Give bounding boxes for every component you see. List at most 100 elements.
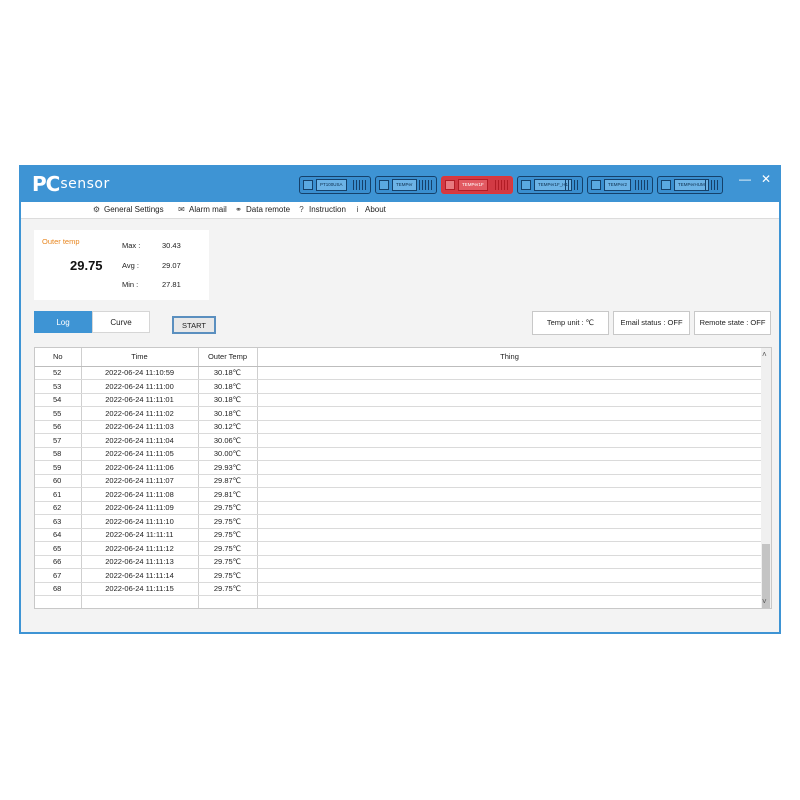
device-2[interactable]: TEMPer1F bbox=[441, 176, 513, 194]
cell-thing bbox=[257, 568, 763, 583]
menu-data-remote[interactable]: ⚭ Data remote bbox=[234, 205, 290, 214]
start-button[interactable]: START bbox=[172, 316, 216, 334]
usb-plug-icon bbox=[521, 180, 531, 190]
email-status-button[interactable]: Email status : OFF bbox=[613, 311, 690, 335]
view-tabs: Log Curve bbox=[34, 311, 150, 333]
device-4[interactable]: TEMPer2 bbox=[587, 176, 653, 194]
usb-plug-icon bbox=[303, 180, 313, 190]
menu-bar: ⚙ General Settings ✉ Alarm mail ⚭ Data r… bbox=[21, 202, 779, 219]
cell-thing bbox=[257, 366, 763, 380]
device-selector: PT100USA TEMPer TEMPer1F TEMPer1F_H1 TEMPer2… bbox=[299, 176, 723, 194]
stat-min-label: Min : bbox=[122, 280, 139, 289]
stat-avg-label: Avg : bbox=[122, 261, 139, 270]
table-row[interactable]: 61 2022-06-24 11:11:08 29.81℃ bbox=[35, 487, 763, 502]
table-row[interactable]: 55 2022-06-24 11:11:02 30.18℃ bbox=[35, 406, 763, 421]
cell-outer-temp: 29.93℃ bbox=[198, 460, 258, 475]
cell-thing bbox=[257, 406, 763, 421]
scroll-up-icon[interactable]: ˄ bbox=[762, 350, 767, 359]
header-time[interactable]: Time bbox=[81, 348, 199, 367]
usb-plug-icon bbox=[379, 180, 389, 190]
table-row[interactable]: 53 2022-06-24 11:11:00 30.18℃ bbox=[35, 379, 763, 394]
table-row[interactable]: 57 2022-06-24 11:11:04 30.06℃ bbox=[35, 433, 763, 448]
cell-time: 2022-06-24 11:11:01 bbox=[81, 393, 199, 407]
minimize-button[interactable]: — bbox=[739, 172, 751, 186]
table-row[interactable] bbox=[35, 595, 763, 608]
header-outer-temp[interactable]: Outer Temp bbox=[198, 348, 258, 367]
header-thing[interactable]: Thing bbox=[257, 348, 763, 367]
device-3[interactable]: TEMPer1F_H1 bbox=[517, 176, 583, 194]
remote-state-button[interactable]: Remote state : OFF bbox=[694, 311, 771, 335]
cell-time: 2022-06-24 11:11:04 bbox=[81, 433, 199, 448]
usb-plug-icon bbox=[445, 180, 455, 190]
device-1[interactable]: TEMPer bbox=[375, 176, 437, 194]
tab-curve[interactable]: Curve bbox=[92, 311, 150, 333]
cell-outer-temp: 30.00℃ bbox=[198, 447, 258, 461]
table-row[interactable]: 54 2022-06-24 11:11:01 30.18℃ bbox=[35, 393, 763, 407]
header-no[interactable]: No bbox=[35, 348, 82, 367]
table-row[interactable]: 65 2022-06-24 11:11:12 29.75℃ bbox=[35, 541, 763, 556]
tab-log[interactable]: Log bbox=[34, 311, 92, 333]
table-row[interactable]: 60 2022-06-24 11:11:07 29.87℃ bbox=[35, 474, 763, 488]
stat-max-label: Max : bbox=[122, 241, 141, 250]
device-label: TEMPer bbox=[392, 179, 417, 191]
device-grip-icon bbox=[565, 180, 579, 190]
cell-time: 2022-06-24 11:11:02 bbox=[81, 406, 199, 421]
log-table: No Time Outer Temp Thing 52 2022-06-24 11… bbox=[35, 348, 763, 608]
vertical-scrollbar[interactable]: ˄ ˅ bbox=[761, 348, 771, 608]
cell-outer-temp: 30.06℃ bbox=[198, 433, 258, 448]
cell-no: 67 bbox=[35, 568, 82, 583]
cell-outer-temp: 30.18℃ bbox=[198, 366, 258, 380]
table-row[interactable]: 52 2022-06-24 11:10:59 30.18℃ bbox=[35, 366, 763, 380]
usb-plug-icon bbox=[661, 180, 671, 190]
table-row[interactable]: 62 2022-06-24 11:11:09 29.75℃ bbox=[35, 501, 763, 515]
table-row[interactable]: 58 2022-06-24 11:11:05 30.00℃ bbox=[35, 447, 763, 461]
cell-thing bbox=[257, 595, 763, 608]
gear-icon: ⚙ bbox=[92, 205, 101, 214]
logo-sensor-text: sensor bbox=[60, 176, 110, 192]
cell-no: 60 bbox=[35, 474, 82, 488]
cell-time: 2022-06-24 11:11:06 bbox=[81, 460, 199, 475]
device-grip-icon bbox=[495, 180, 509, 190]
menu-about[interactable]: i About bbox=[353, 205, 386, 214]
close-button[interactable]: ✕ bbox=[761, 172, 771, 186]
cell-no: 52 bbox=[35, 366, 82, 380]
cell-outer-temp: 29.75℃ bbox=[198, 501, 258, 515]
window-controls: — ✕ bbox=[739, 172, 771, 186]
table-row[interactable]: 56 2022-06-24 11:11:03 30.12℃ bbox=[35, 420, 763, 434]
table-row[interactable]: 68 2022-06-24 11:11:15 29.75℃ bbox=[35, 582, 763, 596]
temp-unit-button[interactable]: Temp unit : ℃ bbox=[532, 311, 609, 335]
device-5[interactable]: TEMPerHUM bbox=[657, 176, 723, 194]
device-label: TEMPer1F bbox=[458, 179, 488, 191]
cell-outer-temp: 29.81℃ bbox=[198, 487, 258, 502]
table-row[interactable]: 59 2022-06-24 11:11:06 29.93℃ bbox=[35, 460, 763, 475]
scroll-down-icon[interactable]: ˅ bbox=[762, 597, 767, 606]
title-bar[interactable]: PC sensor PT100USA TEMPer TEMPer1F TEMPer1F… bbox=[21, 167, 779, 202]
cell-time: 2022-06-24 11:11:13 bbox=[81, 555, 199, 569]
cell-no: 66 bbox=[35, 555, 82, 569]
cell-outer-temp: 29.75℃ bbox=[198, 514, 258, 529]
menu-alarm-mail[interactable]: ✉ Alarm mail bbox=[177, 205, 227, 214]
cell-no: 62 bbox=[35, 501, 82, 515]
device-grip-icon bbox=[635, 180, 649, 190]
table-row[interactable]: 66 2022-06-24 11:11:13 29.75℃ bbox=[35, 555, 763, 569]
cell-no: 65 bbox=[35, 541, 82, 556]
menu-general-settings[interactable]: ⚙ General Settings bbox=[92, 205, 164, 214]
table-row[interactable]: 67 2022-06-24 11:11:14 29.75℃ bbox=[35, 568, 763, 583]
device-0[interactable]: PT100USA bbox=[299, 176, 371, 194]
outer-temp-stats-card: Outer temp 29.75 Max : 30.43 Avg : 29.07 M… bbox=[34, 230, 209, 300]
table-header-row: No Time Outer Temp Thing bbox=[35, 348, 763, 367]
menu-data-remote-label: Data remote bbox=[246, 205, 291, 214]
cell-outer-temp: 29.75℃ bbox=[198, 555, 258, 569]
cell-time: 2022-06-24 11:11:15 bbox=[81, 582, 199, 596]
cell-outer-temp: 30.12℃ bbox=[198, 420, 258, 434]
menu-instruction[interactable]: ? Instruction bbox=[297, 205, 346, 214]
stat-max-row: Max : 30.43 bbox=[122, 241, 181, 250]
cell-no: 53 bbox=[35, 379, 82, 394]
stats-title: Outer temp bbox=[42, 237, 80, 246]
question-icon: ? bbox=[299, 205, 304, 214]
cell-outer-temp: 29.87℃ bbox=[198, 474, 258, 488]
cell-time: 2022-06-24 11:11:05 bbox=[81, 447, 199, 461]
table-row[interactable]: 63 2022-06-24 11:11:10 29.75℃ bbox=[35, 514, 763, 529]
table-row[interactable]: 64 2022-06-24 11:11:11 29.75℃ bbox=[35, 528, 763, 542]
cell-thing bbox=[257, 541, 763, 556]
